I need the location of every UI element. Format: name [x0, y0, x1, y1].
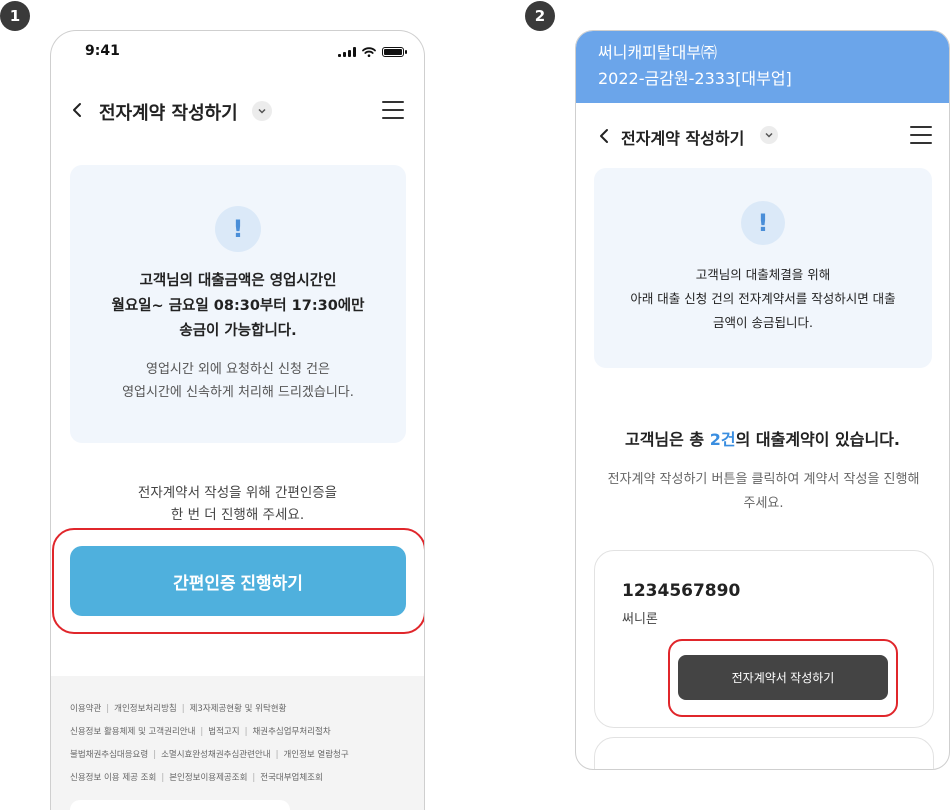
contract-card: 1234567890 써니론 전자계약서 작성하기: [594, 550, 934, 728]
dropdown-chevron-icon[interactable]: [760, 126, 778, 144]
simple-auth-button[interactable]: 간편인증 진행하기: [70, 546, 406, 616]
exclamation-icon: !: [741, 201, 785, 245]
notice-sub-line: 영업시간에 신속하게 처리해 드리겠습니다.: [122, 385, 354, 400]
footer-link[interactable]: 신용정보 이용 제공 조회: [70, 773, 156, 783]
count-prefix: 고객님은 총: [624, 430, 710, 449]
step-badge-1: 1: [0, 1, 30, 31]
page-header: 전자계약 작성하기: [576, 117, 949, 157]
contract-card: [594, 737, 934, 769]
footer-link[interactable]: 소멸시효완성채권추심관련안내: [161, 750, 270, 760]
hamburger-menu-icon[interactable]: [910, 126, 932, 144]
status-bar: 9:41: [51, 31, 424, 75]
footer-select[interactable]: [70, 800, 290, 810]
footer-row: 신용정보 활용체제 및 고객권리안내 | 법적고지 | 채권추심업무처리절차: [70, 727, 331, 737]
footer-link[interactable]: 채권추심업무처리절차: [252, 727, 330, 737]
count-number: 2건: [709, 430, 736, 449]
footer-link[interactable]: 제3자제공현황 및 위탁현황: [190, 704, 287, 714]
footer-link[interactable]: 개인정보 열람청구: [283, 750, 348, 760]
footer-row: 불법채권추심대응요령 | 소멸시효완성채권추심관련안내 | 개인정보 열람청구: [70, 750, 349, 760]
product-name: 써니론: [622, 612, 658, 627]
notice-main-text: 고객님의 대출금액은 영업시간인 월요일~ 금요일 08:30부터 17:30에…: [70, 269, 406, 344]
company-name: 써니캐피탈대부㈜: [598, 43, 718, 62]
guide-line: 한 번 더 진행해 주세요.: [170, 507, 305, 523]
notice-line: 송금이 가능합니다.: [179, 323, 297, 339]
notice-line: 월요일~ 금요일 08:30부터 17:30에만: [111, 298, 365, 314]
contract-count-heading: 고객님은 총 2건의 대출계약이 있습니다.: [576, 426, 949, 450]
phone-screen-2: 써니캐피탈대부㈜ 2022-금감원-2333[대부업] 전자계약 작성하기 ! …: [575, 30, 950, 770]
step-badge-2: 2: [525, 1, 555, 31]
exclamation-icon: !: [215, 206, 261, 252]
company-banner: 써니캐피탈대부㈜ 2022-금감원-2333[대부업]: [576, 31, 949, 103]
footer-link[interactable]: 불법채권추심대응요령: [70, 750, 148, 760]
page-title: 전자계약 작성하기: [99, 103, 238, 124]
wifi-icon: [362, 47, 376, 57]
contract-number: 1234567890: [622, 581, 741, 601]
battery-icon: [382, 47, 407, 57]
dropdown-chevron-icon[interactable]: [252, 101, 272, 121]
notice-box: ! 고객님의 대출체결을 위해 아래 대출 신청 건의 전자계약서를 작성하시면…: [594, 168, 932, 368]
notice-sub-text: 영업시간 외에 요청하신 신청 건은 영업시간에 신속하게 처리해 드리겠습니다…: [70, 358, 406, 404]
footer-links: 이용약관 | 개인정보처리방침 | 제3자제공현황 및 위탁현황 신용정보 활용체제 및…: [51, 676, 424, 810]
notice-box: ! 고객님의 대출금액은 영업시간인 월요일~ 금요일 08:30부터 17:3…: [70, 165, 406, 443]
certification-guide-text: 전자계약서 작성을 위해 간편인증을 한 번 더 진행해 주세요.: [51, 482, 424, 526]
footer-link[interactable]: 신용정보 활용체제 및 고객권리안내: [70, 727, 195, 737]
footer-link[interactable]: 법적고지: [208, 727, 239, 737]
footer-link[interactable]: 본인정보이용제공조회: [169, 773, 247, 783]
guide-line: 전자계약 작성하기 버튼을 클릭하여 계약서 작성을 진행해: [607, 472, 920, 487]
signal-icon: [338, 47, 356, 57]
write-contract-button[interactable]: 전자계약서 작성하기: [678, 655, 888, 700]
notice-line: 고객님의 대출금액은 영업시간인: [139, 273, 337, 289]
notice-line: 금액이 송금됩니다.: [713, 315, 813, 330]
count-suffix: 의 대출계약이 있습니다.: [735, 430, 901, 449]
footer-link[interactable]: 전국대부업체조회: [260, 773, 323, 783]
status-time: 9:41: [85, 43, 120, 59]
guide-line: 전자계약서 작성을 위해 간편인증을: [137, 485, 338, 501]
notice-sub-line: 영업시간 외에 요청하신 신청 건은: [146, 362, 330, 377]
back-chevron-icon[interactable]: [592, 123, 618, 149]
notice-line: 고객님의 대출체결을 위해: [695, 267, 831, 282]
page-header: 전자계약 작성하기: [51, 91, 424, 131]
status-icons: [338, 47, 407, 57]
footer-row: 이용약관 | 개인정보처리방침 | 제3자제공현황 및 위탁현황: [70, 704, 287, 714]
registration-number: 2022-금감원-2333[대부업]: [598, 69, 792, 88]
footer-link[interactable]: 이용약관: [70, 704, 101, 714]
phone-screen-1: 9:41 전자계약 작성하기 ! 고객님의 대출금액은 영업시간인 월요일~ 금…: [50, 30, 425, 810]
notice-line: 아래 대출 신청 건의 전자계약서를 작성하시면 대출: [630, 291, 896, 306]
contract-guide-text: 전자계약 작성하기 버튼을 클릭하여 계약서 작성을 진행해 주세요.: [596, 468, 931, 516]
back-chevron-icon[interactable]: [65, 97, 91, 123]
guide-line: 주세요.: [743, 496, 784, 511]
notice-text: 고객님의 대출체결을 위해 아래 대출 신청 건의 전자계약서를 작성하시면 대…: [594, 263, 932, 335]
page-title: 전자계약 작성하기: [621, 129, 745, 148]
footer-link[interactable]: 개인정보처리방침: [114, 704, 177, 714]
footer-row: 신용정보 이용 제공 조회 | 본인정보이용제공조회 | 전국대부업체조회: [70, 773, 323, 783]
hamburger-menu-icon[interactable]: [382, 101, 404, 119]
